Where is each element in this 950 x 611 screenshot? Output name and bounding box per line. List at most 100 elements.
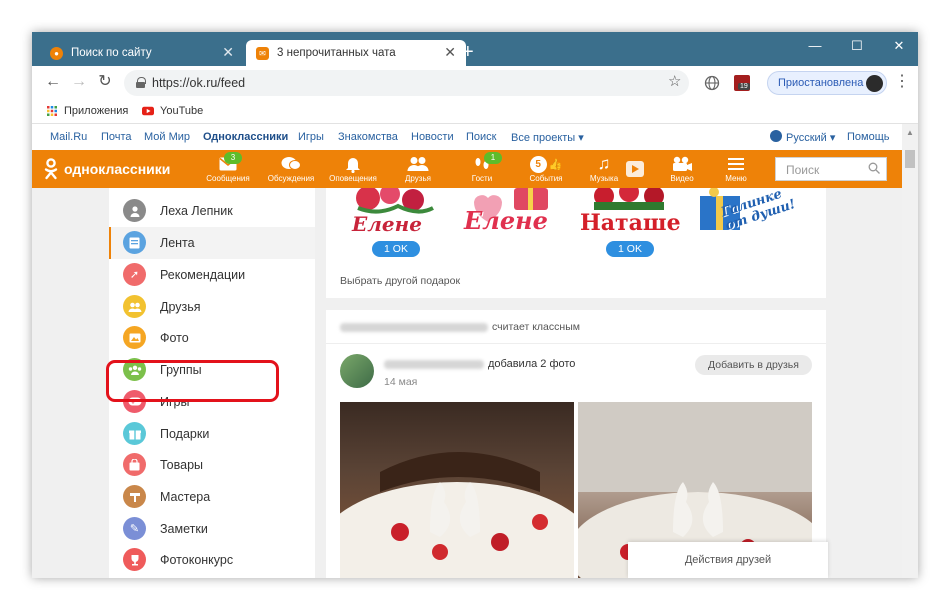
ok-search-input[interactable]: Поиск bbox=[775, 157, 887, 181]
portal-link-poisk[interactable]: Поиск bbox=[466, 131, 496, 143]
menu-item-profile[interactable]: Леха Лепник bbox=[109, 195, 315, 227]
bookmark-apps[interactable]: Приложения bbox=[46, 105, 128, 117]
portal-link-igry[interactable]: Игры bbox=[298, 131, 324, 143]
globe-extension-icon[interactable] bbox=[704, 75, 720, 91]
gift-caption: Наташе bbox=[580, 210, 681, 236]
url-text: https://ok.ru/feed bbox=[152, 76, 246, 90]
address-bar[interactable]: https://ok.ru/feed bbox=[124, 70, 689, 96]
menu-item-label: Леха Лепник bbox=[160, 203, 233, 218]
nav-music[interactable]: ♫ Музыка bbox=[584, 154, 624, 183]
gift-ok-button[interactable]: 1 OK bbox=[606, 241, 654, 257]
nav-notifications[interactable]: Оповещения bbox=[326, 154, 380, 183]
ok-favicon-icon: ● bbox=[50, 46, 63, 60]
post-date: 14 мая bbox=[384, 376, 418, 388]
menu-item-label: Группы bbox=[160, 362, 202, 377]
nav-discussions[interactable]: Обсуждения bbox=[264, 154, 318, 183]
browser-menu-icon[interactable]: ⋮ bbox=[894, 74, 910, 90]
portal-link-pochta[interactable]: Почта bbox=[101, 131, 132, 143]
scroll-up-icon[interactable]: ▲ bbox=[906, 128, 914, 137]
forward-arrow-icon[interactable]: → bbox=[70, 74, 88, 90]
menu-item-label: Игры bbox=[160, 394, 190, 409]
close-icon[interactable]: ✕ bbox=[222, 45, 234, 59]
nav-menu[interactable]: Меню bbox=[718, 154, 754, 183]
groups-icon bbox=[123, 358, 146, 382]
menu-item-label: Заметки bbox=[160, 521, 208, 536]
menu-item-photo-contest[interactable]: Фотоконкурс bbox=[109, 544, 315, 576]
nav-video[interactable]: Видео bbox=[662, 154, 702, 183]
close-icon[interactable]: ✕ bbox=[444, 45, 456, 59]
choose-other-gift-link[interactable]: Выбрать другой подарок bbox=[340, 275, 460, 287]
ok-header: одноклассники 3 Сообщения Обсуждения Опо… bbox=[32, 150, 902, 188]
new-tab-plus-icon[interactable]: + bbox=[462, 42, 474, 62]
tab-unread-chats[interactable]: ✉ 3 непрочитанных чата ✕ bbox=[246, 40, 466, 66]
menu-item-games[interactable]: Игры bbox=[109, 386, 315, 418]
menu-item-photo[interactable]: Фото bbox=[109, 322, 315, 354]
tab-strip: ● Поиск по сайту ✕ ✉ 3 непрочитанных чат… bbox=[32, 32, 918, 66]
menu-item-notes[interactable]: ✎ Заметки bbox=[109, 513, 315, 545]
search-icon[interactable] bbox=[868, 162, 880, 174]
trophy-icon bbox=[123, 548, 146, 572]
portal-link-znakomstva[interactable]: Знакомства bbox=[338, 131, 398, 143]
language-selector[interactable]: Русский ▾ bbox=[786, 131, 835, 144]
friends-actions-panel[interactable]: Действия друзей bbox=[628, 542, 828, 578]
menu-item-label: Фотоконкурс bbox=[160, 552, 234, 567]
portal-link-all-projects[interactable]: Все проекты ▾ bbox=[511, 131, 584, 144]
author-avatar[interactable] bbox=[340, 354, 374, 388]
portal-link-novosti[interactable]: Новости bbox=[411, 131, 454, 143]
nav-badge: 1 bbox=[484, 152, 502, 164]
back-arrow-icon[interactable]: ← bbox=[44, 74, 62, 90]
nav-label: Оповещения bbox=[329, 174, 377, 183]
extension-badge-icon[interactable]: 19 bbox=[734, 75, 750, 91]
profile-paused-button[interactable]: Приостановлена bbox=[767, 71, 887, 95]
nav-guests[interactable]: 1 Гости bbox=[462, 152, 502, 183]
blurred-author-name[interactable] bbox=[384, 359, 484, 369]
gift-item[interactable]: Наташе bbox=[574, 182, 684, 238]
help-link[interactable]: Помощь bbox=[847, 131, 890, 143]
bookmark-youtube[interactable]: YouTube bbox=[142, 105, 203, 117]
author-action: добавила 2 фото bbox=[488, 358, 576, 370]
reload-icon[interactable]: ↻ bbox=[96, 74, 114, 90]
nav-friends[interactable]: Друзья bbox=[396, 154, 440, 183]
gift-item[interactable]: Елене bbox=[338, 184, 448, 238]
add-friend-button[interactable]: Добавить в друзья bbox=[695, 355, 812, 375]
menu-item-label: Подарки bbox=[160, 426, 210, 441]
tab-title: Поиск по сайту bbox=[71, 47, 152, 59]
gift-icon bbox=[123, 422, 146, 446]
page-scrollbar[interactable]: ▲ bbox=[902, 124, 918, 578]
menu-item-groups[interactable]: Группы bbox=[109, 354, 315, 386]
bookmark-star-icon[interactable]: ☆ bbox=[668, 74, 681, 89]
window-close-icon[interactable]: ✕ bbox=[884, 38, 914, 54]
gift-ok-button[interactable]: 1 OK bbox=[372, 241, 420, 257]
menu-item-gifts[interactable]: Подарки bbox=[109, 418, 315, 450]
profile-status-label: Приостановлена bbox=[778, 77, 864, 89]
compass-icon: ➚ bbox=[123, 263, 146, 287]
nav-events[interactable]: 5 👍 События bbox=[522, 154, 570, 183]
portal-link-odnoklassniki[interactable]: Одноклассники bbox=[203, 131, 288, 143]
menu-item-label: Мастера bbox=[160, 489, 211, 504]
nav-label: Меню bbox=[725, 174, 747, 183]
tab-search-site[interactable]: ● Поиск по сайту ✕ bbox=[40, 40, 244, 66]
events-icon: 5 bbox=[529, 155, 547, 173]
maximize-icon[interactable]: ☐ bbox=[842, 38, 872, 54]
menu-item-friends[interactable]: Друзья bbox=[109, 291, 315, 323]
gift-item[interactable]: Галинке от души! bbox=[694, 187, 804, 238]
portal-link-mailru[interactable]: Mail.Ru bbox=[50, 131, 87, 143]
gift-item[interactable]: Елене bbox=[454, 188, 564, 238]
shopping-bag-icon bbox=[123, 453, 146, 477]
bookmark-label: YouTube bbox=[160, 105, 204, 117]
ok-logo[interactable]: одноклассники bbox=[44, 158, 170, 180]
post-photo-1[interactable] bbox=[340, 402, 574, 578]
menu-item-label: Лента bbox=[160, 235, 195, 250]
nav-messages[interactable]: 3 Сообщения bbox=[202, 152, 254, 183]
menu-item-feed[interactable]: Лента bbox=[109, 227, 315, 259]
menu-item-recommendations[interactable]: ➚ Рекомендации bbox=[109, 259, 315, 291]
menu-item-masters[interactable]: Мастера bbox=[109, 481, 315, 513]
minimize-icon[interactable]: — bbox=[800, 38, 830, 53]
master-icon bbox=[123, 485, 146, 509]
scrollbar-thumb[interactable] bbox=[905, 150, 915, 168]
menu-item-goods[interactable]: Товары bbox=[109, 449, 315, 481]
apps-grid-icon bbox=[47, 106, 57, 116]
portal-link-moy-mir[interactable]: Мой Мир bbox=[144, 131, 190, 143]
play-icon[interactable] bbox=[626, 161, 644, 177]
gift-caption: Елене bbox=[352, 212, 422, 236]
